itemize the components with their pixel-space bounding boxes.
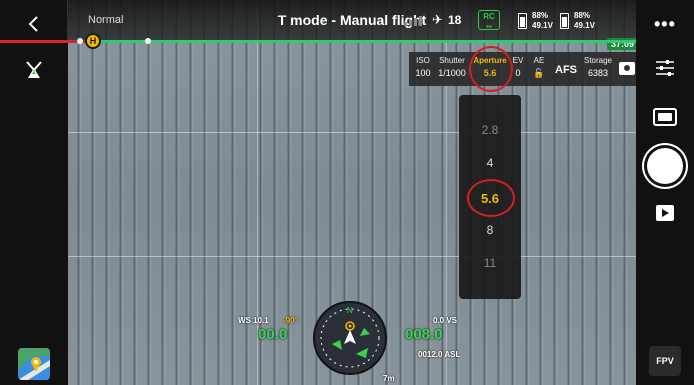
camera-settings-icon[interactable] [619, 62, 635, 75]
progress-green-segment [89, 40, 636, 43]
storage-param: Storage 6383 [581, 56, 615, 80]
battery-voltage: 49.1V [532, 21, 553, 30]
home-point-marker: H [85, 33, 101, 49]
progress-marker [77, 38, 83, 44]
battery-percent: 88% [532, 11, 549, 20]
satellite-count: 18 [448, 13, 462, 27]
satellite-icon: ✈ [432, 12, 443, 27]
progress-marker [145, 38, 151, 44]
aperture-option[interactable]: 2.8 [459, 123, 521, 137]
vertical-speed: 0.0 VS [433, 316, 458, 325]
ev-param[interactable]: EV 0 [511, 56, 525, 80]
top-status-bar: Normal T mode - Manual flight ✈ 18 RC ▪▪ … [68, 0, 636, 40]
shutter-button[interactable] [647, 148, 683, 184]
shutter-value: 1/1000 [438, 68, 466, 78]
compass-attitude-indicator: N [310, 298, 390, 378]
iso-value: 100 [415, 68, 431, 78]
unlock-icon: 🔓 [533, 68, 545, 78]
altitude: 008.0 [405, 326, 443, 343]
battery-progress-track: H [0, 33, 636, 49]
grid-line [68, 132, 636, 133]
signal-strength-icon [404, 16, 422, 26]
wind-speed: WS 10.1 [238, 316, 269, 325]
aperture-option[interactable]: 4 [459, 156, 521, 170]
rc-signal-icon: RC ▪▪ [478, 10, 500, 31]
map-button[interactable] [18, 348, 50, 380]
horizontal-speed: 00.0 [258, 326, 288, 343]
right-sidebar: ••• FPV [636, 0, 694, 385]
battery-voltage: 49.1V [574, 21, 595, 30]
aperture-highlight-circle [469, 46, 513, 92]
more-menu-button[interactable]: ••• [654, 14, 676, 35]
playback-button[interactable] [656, 205, 674, 221]
battery-icon [560, 13, 569, 29]
aircraft-nav-icon[interactable] [22, 58, 46, 82]
photo-mode-button[interactable] [653, 108, 677, 126]
altitude-asl: 0012.0 ASL [418, 350, 461, 359]
ev-label: EV [512, 56, 524, 65]
aperture-option[interactable]: 8 [459, 223, 521, 237]
iso-param[interactable]: ISO 100 [413, 56, 433, 80]
shutter-param[interactable]: Shutter 1/1000 [435, 56, 469, 80]
fpv-button[interactable]: FPV [649, 346, 681, 376]
iso-label: ISO [416, 56, 430, 65]
svg-text:N: N [347, 306, 353, 315]
grid-line [68, 256, 636, 257]
selected-aperture-highlight [467, 179, 515, 217]
gimbal-pitch: -90° [283, 316, 298, 325]
sliders-icon [656, 60, 674, 76]
battery-percent: 88% [574, 11, 591, 20]
storage-value: 6383 [587, 68, 609, 78]
map-pin-icon [18, 348, 50, 380]
ae-label: AE [533, 56, 545, 65]
battery-1: 88% 49.1V [518, 10, 564, 32]
focus-mode-label[interactable]: AFS [555, 64, 577, 76]
settings-button[interactable] [654, 58, 676, 78]
rc-label: RC [483, 12, 495, 21]
battery-2: 88% 49.1V [560, 10, 606, 32]
progress-red-segment [0, 40, 90, 43]
chevron-left-icon [28, 16, 38, 32]
shutter-label: Shutter [439, 56, 465, 65]
storage-label: Storage [583, 56, 613, 65]
ev-value: 0 [515, 68, 521, 78]
aperture-option[interactable]: 11 [459, 256, 521, 270]
left-sidebar [0, 0, 68, 385]
battery-icon [518, 13, 527, 29]
status-indicators: ✈ 18 RC ▪▪ 88% 49.1V 88% 49.1V [396, 0, 636, 40]
back-button[interactable] [24, 14, 44, 34]
ae-lock-param[interactable]: AE 🔓 [531, 56, 547, 80]
camera-params-bar[interactable]: ISO 100 Shutter 1/1000 Aperture 5.6 EV 0… [409, 52, 639, 86]
